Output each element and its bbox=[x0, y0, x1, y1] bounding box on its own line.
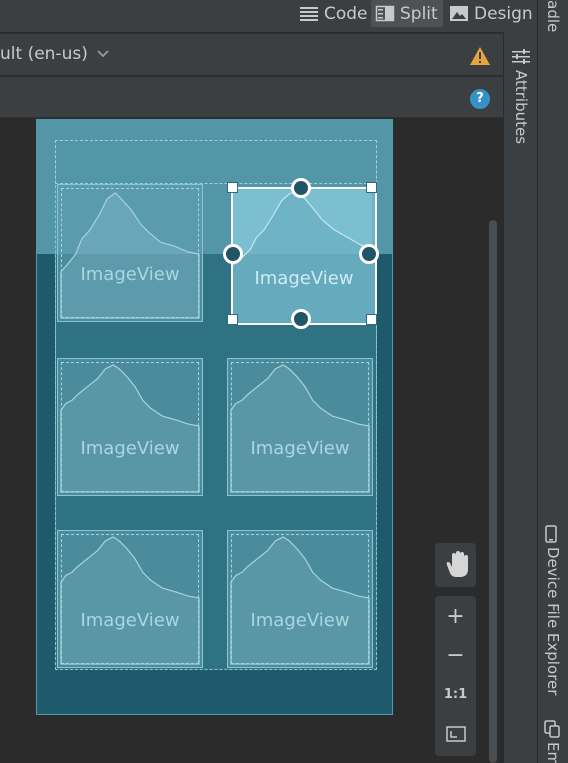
image-placeholder-icon bbox=[230, 364, 370, 493]
device-file-explorer-label: Device File Explorer bbox=[544, 547, 562, 696]
device-file-explorer-tab[interactable]: Device File Explorer bbox=[544, 525, 562, 695]
resize-handle-bottom-left[interactable] bbox=[227, 314, 238, 325]
actual-size-button[interactable]: 1:1 bbox=[435, 678, 476, 712]
emulator-icon bbox=[544, 720, 560, 738]
sliders-icon bbox=[512, 49, 530, 64]
code-lines-icon bbox=[300, 7, 318, 21]
zoom-out-button[interactable]: − bbox=[435, 639, 476, 673]
phone-icon bbox=[545, 525, 557, 543]
image-view-label: ImageView bbox=[80, 438, 180, 459]
pan-button[interactable] bbox=[435, 543, 476, 587]
image-placeholder-icon bbox=[60, 536, 200, 665]
image-icon bbox=[450, 6, 468, 21]
header-band[interactable] bbox=[55, 140, 377, 184]
constraint-handle-bottom[interactable] bbox=[291, 309, 311, 329]
locale-label: ult (en-us) bbox=[0, 44, 88, 64]
locale-dropdown[interactable]: ult (en-us) bbox=[0, 44, 109, 64]
resize-handle-bottom-right[interactable] bbox=[366, 314, 377, 325]
image-view[interactable]: ImageView bbox=[227, 530, 373, 668]
image-placeholder-icon bbox=[60, 192, 200, 319]
image-placeholder-icon bbox=[60, 364, 200, 493]
emulator-tab-label: Em bbox=[544, 742, 562, 763]
fit-screen-icon bbox=[445, 726, 466, 742]
attributes-tool-button[interactable]: Attributes bbox=[511, 48, 531, 144]
code-view-button[interactable]: Code bbox=[299, 0, 368, 27]
help-icon[interactable]: ? bbox=[470, 89, 490, 109]
code-view-label: Code bbox=[324, 3, 368, 24]
design-view-label: Design bbox=[474, 3, 533, 24]
split-view-icon bbox=[375, 5, 395, 22]
image-view[interactable]: ImageView bbox=[57, 358, 203, 496]
constraint-handle-right[interactable] bbox=[359, 244, 379, 264]
attributes-tool-strip: Attributes bbox=[503, 32, 537, 763]
design-view-button[interactable]: Design bbox=[449, 0, 533, 27]
configuration-bar: ult (en-us) bbox=[0, 33, 503, 75]
image-view-label: ImageView bbox=[80, 610, 180, 631]
image-view-selected[interactable]: ImageView bbox=[231, 187, 377, 325]
split-view-button[interactable]: Split bbox=[371, 0, 443, 27]
constraint-handle-top[interactable] bbox=[291, 178, 311, 198]
zoom-controls: + − 1:1 bbox=[435, 596, 476, 756]
resize-handle-top-left[interactable] bbox=[227, 182, 238, 193]
image-view[interactable]: ImageView bbox=[57, 530, 203, 668]
attributes-tab-label: Attributes bbox=[512, 70, 530, 145]
image-placeholder-icon bbox=[230, 536, 370, 665]
image-view-label: ImageView bbox=[250, 438, 350, 459]
image-view-label: ImageView bbox=[80, 264, 180, 285]
image-view[interactable]: ImageView bbox=[227, 358, 373, 496]
warning-icon[interactable] bbox=[469, 46, 491, 66]
vertical-scrollbar[interactable] bbox=[489, 220, 497, 763]
device-frame[interactable]: ImageView ImageView ImageView ImageView … bbox=[36, 119, 393, 715]
design-subtoolbar: ? bbox=[0, 76, 503, 118]
image-view-label: ImageView bbox=[254, 268, 354, 289]
resize-handle-top-right[interactable] bbox=[366, 182, 377, 193]
fit-screen-button[interactable] bbox=[435, 717, 476, 751]
split-view-label: Split bbox=[400, 3, 438, 24]
tool-window-strip: radle Device File Explorer Em bbox=[537, 0, 568, 763]
image-placeholder-icon bbox=[233, 189, 373, 266]
hand-icon bbox=[446, 551, 468, 577]
image-view[interactable]: ImageView bbox=[57, 184, 203, 322]
zoom-in-button[interactable]: + bbox=[435, 600, 476, 634]
chevron-down-icon bbox=[97, 50, 109, 58]
emulator-tab[interactable]: Em bbox=[544, 720, 562, 763]
constraint-handle-left[interactable] bbox=[223, 244, 243, 264]
editor-toolbar: Code Split Design bbox=[0, 0, 537, 32]
image-view-label: ImageView bbox=[250, 610, 350, 631]
gradle-tab-label[interactable]: radle bbox=[544, 0, 562, 38]
